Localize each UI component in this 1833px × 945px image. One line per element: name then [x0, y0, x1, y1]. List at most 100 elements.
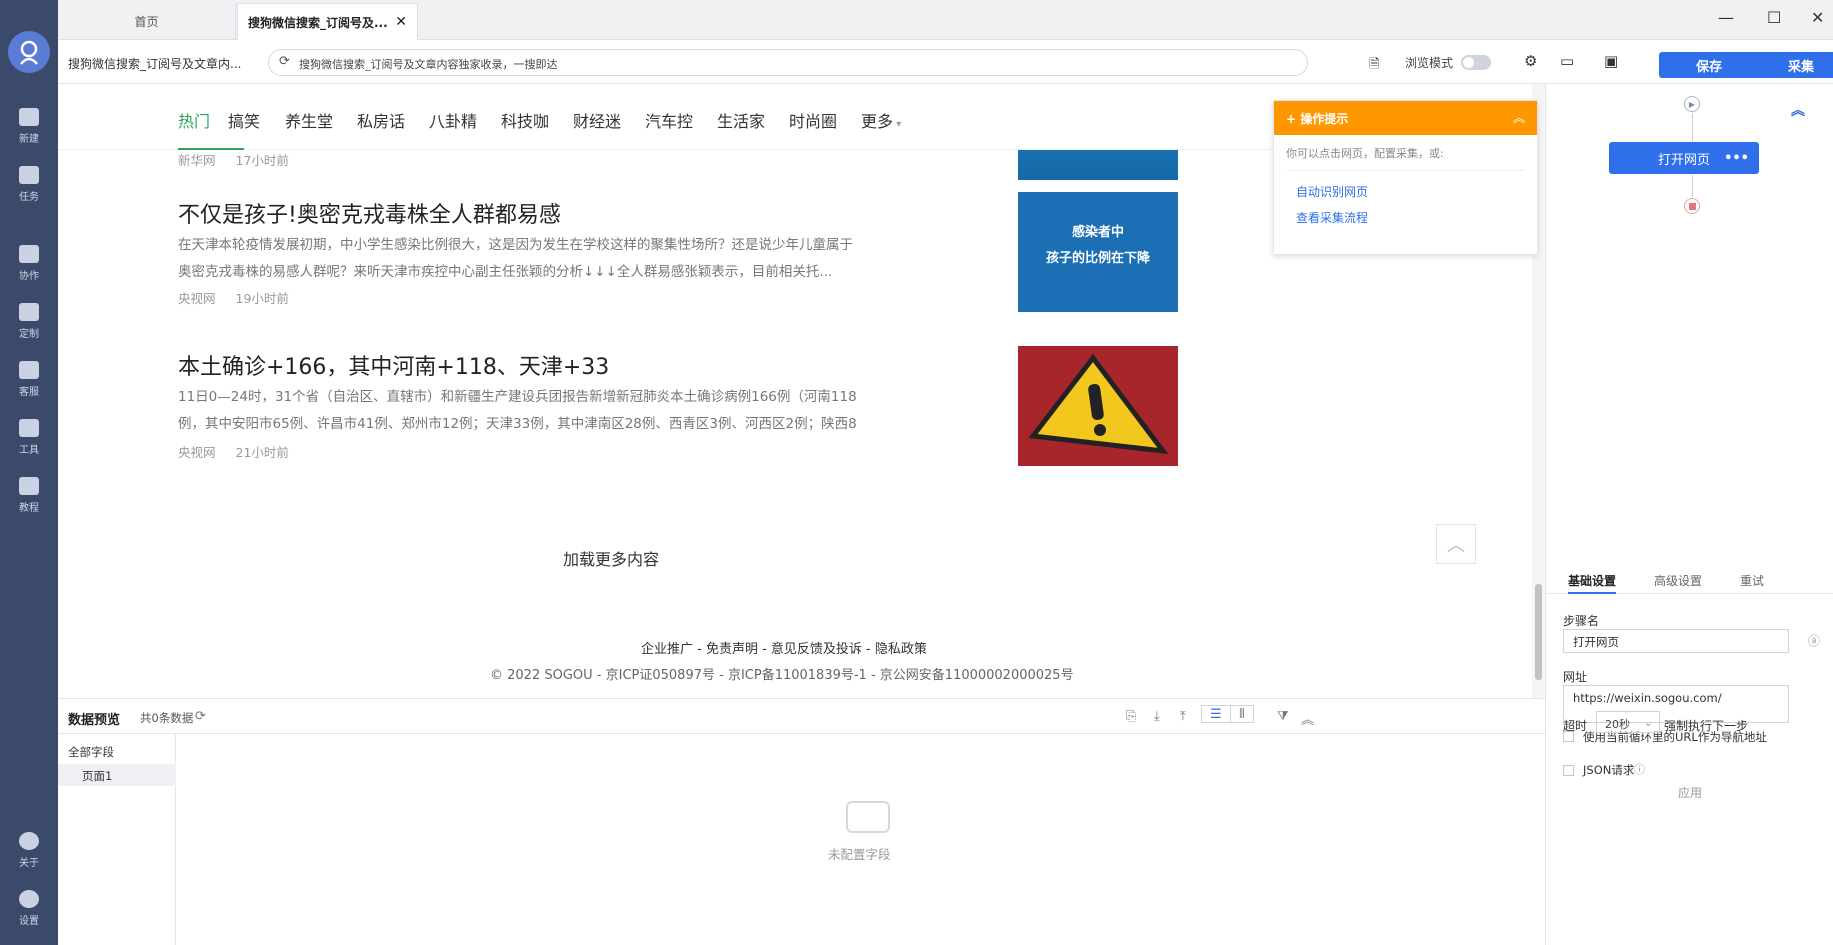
settings-gear-icon[interactable]: ⚙	[1524, 52, 1537, 70]
close-tab-icon[interactable]: ✕	[395, 14, 407, 30]
footer-copyright: © 2022 SOGOU - 京ICP证050897号 - 京ICP备11001…	[490, 668, 1074, 683]
upload-icon[interactable]: ⤒	[1180, 709, 1186, 724]
edit-icon[interactable]: ⓐ	[1808, 632, 1820, 649]
operation-hint-panel: + 操作提示 ︽ 你可以点击网页，配置采集，或: 自动识别网页 查看采集流程	[1273, 100, 1538, 255]
force-next-label: 强制执行下一步	[1664, 719, 1749, 733]
timeout-select[interactable]: 20秒 ⌄	[1596, 711, 1660, 733]
timeout-label: 超时	[1563, 719, 1588, 733]
rail-tutorial[interactable]: 教程	[0, 477, 58, 514]
rail-new[interactable]: 新建	[0, 108, 58, 145]
load-more-button[interactable]: 加载更多内容	[563, 546, 659, 570]
rail-service[interactable]: 客服	[0, 361, 58, 398]
nav-finance[interactable]: 财经迷	[573, 108, 621, 132]
url-label: 网址	[1563, 670, 1588, 684]
window-close-icon[interactable]: ✕	[1811, 8, 1824, 27]
page-title: 搜狗微信搜索_订阅号及文章内...	[68, 57, 242, 71]
save-button[interactable]: 保存	[1659, 52, 1759, 78]
nav-health[interactable]: 养生堂	[285, 108, 333, 132]
export-icon[interactable]: ⎘	[1126, 709, 1136, 724]
back-to-top-icon[interactable]: ︿	[1436, 524, 1476, 564]
article-title[interactable]: 不仅是孩子!奥密克戎毒株全人群都易感	[178, 197, 561, 229]
warning-thumbnail[interactable]	[1018, 346, 1178, 466]
card-icon[interactable]: ▭	[1560, 52, 1574, 70]
chevron-down-icon: ⌄	[1643, 716, 1653, 729]
empty-inbox-icon	[846, 801, 890, 833]
minimize-icon[interactable]: —	[1718, 8, 1734, 27]
info-icon	[19, 832, 39, 850]
url-text: 搜狗微信搜索_订阅号及文章内容独家收录，一搜即达	[299, 58, 558, 71]
data-preview-pane: 数据预览 共0条数据 ⟳ ⎘ ⤓ ⤒ ☰ ⦀ ⧩ ︽ 全部字段 页面1 未配置字…	[58, 698, 1545, 945]
address-bar[interactable]: ⟳ 搜狗微信搜索_订阅号及文章内容独家收录，一搜即达 🗎	[268, 49, 1379, 76]
page-1-item[interactable]: 页面1	[58, 764, 176, 786]
view-flow-link[interactable]: 查看采集流程	[1296, 209, 1525, 226]
auto-detect-link[interactable]: 自动识别网页	[1296, 183, 1525, 200]
app-logo-icon[interactable]	[8, 31, 50, 73]
rail-tasks[interactable]: 任务	[0, 166, 58, 203]
nav-tech[interactable]: 科技咖	[501, 108, 549, 132]
collapse-icon[interactable]: ︽	[1513, 109, 1525, 126]
json-request-checkbox[interactable]	[1563, 765, 1574, 776]
article-meta: 央视网 19小时前	[178, 291, 289, 306]
step-name-input[interactable]: 打开网页	[1563, 629, 1789, 653]
address-row: 搜狗微信搜索_订阅号及文章内... ⟳ 搜狗微信搜索_订阅号及文章内容独家收录，…	[58, 40, 1833, 84]
nav-funny[interactable]: 搞笑	[228, 108, 260, 132]
fields-sidebar: 全部字段 页面1	[58, 734, 176, 945]
nav-hot[interactable]: 热门	[178, 108, 210, 132]
all-fields-item[interactable]: 全部字段	[68, 744, 114, 760]
hint-header[interactable]: + 操作提示 ︽	[1274, 101, 1537, 135]
more-icon[interactable]: •••	[1724, 151, 1749, 166]
nav-life[interactable]: 生活家	[717, 108, 765, 132]
nav-gossip[interactable]: 八卦精	[429, 108, 477, 132]
headset-icon	[19, 361, 39, 379]
empty-state-text: 未配置字段	[828, 847, 891, 862]
collapse-up-icon[interactable]: ︽	[1301, 709, 1314, 728]
browse-mode-toggle[interactable]	[1461, 55, 1491, 70]
active-tab-indicator	[1568, 592, 1616, 594]
tab-retry[interactable]: 重试	[1740, 572, 1764, 589]
article-thumbnail[interactable]: 感染者中 孩子的比例在下降	[1018, 192, 1178, 312]
scrollbar-thumb[interactable]	[1535, 584, 1542, 680]
flow-end-icon[interactable]	[1684, 198, 1700, 214]
window-layout-icon[interactable]: ▣	[1604, 52, 1618, 70]
active-tab-indicator	[178, 148, 244, 150]
rail-collab[interactable]: 协作	[0, 245, 58, 282]
refresh-icon[interactable]: ⟳	[195, 709, 206, 724]
maximize-icon[interactable]: ☐	[1767, 8, 1781, 27]
preview-count: 共0条数据	[140, 711, 194, 725]
tab-active[interactable]: 搜狗微信搜索_订阅号及... ✕	[237, 3, 418, 40]
tab-advanced-settings[interactable]: 高级设置	[1654, 572, 1702, 589]
nav-fashion[interactable]: 时尚圈	[789, 108, 837, 132]
rail-about[interactable]: 关于	[0, 832, 58, 869]
rail-settings[interactable]: 设置	[0, 890, 58, 927]
list-view-icon[interactable]: ☰	[1201, 705, 1231, 723]
article-meta: 新华网 17小时前	[178, 153, 289, 168]
filter-icon[interactable]: ⧩	[1277, 709, 1289, 724]
apply-button[interactable]: 应用	[1546, 784, 1833, 801]
article-title[interactable]: 本土确诊+166，其中河南+118、天津+33	[178, 349, 609, 381]
tab-home[interactable]: 首页	[58, 3, 236, 40]
tab-basic-settings[interactable]: 基础设置	[1568, 572, 1616, 589]
heart-icon	[19, 303, 39, 321]
tab-bar: 首页 搜狗微信搜索_订阅号及... ✕ — ☐ ✕	[58, 0, 1833, 40]
collapse-up-icon[interactable]: ︽	[1791, 100, 1805, 120]
article-desc: 在天津本轮疫情发展初期，中小学生感染比例很大，这是因为发生在学校这样的聚集性场所…	[178, 237, 853, 280]
flow-start-icon[interactable]: ▶	[1684, 96, 1700, 112]
nav-more[interactable]: 更多 ▾	[861, 108, 901, 132]
rail-tools[interactable]: 工具	[0, 419, 58, 456]
collect-button[interactable]: 采集	[1751, 52, 1833, 78]
hint-text: 你可以点击网页，配置采集，或:	[1286, 147, 1444, 160]
download-icon[interactable]: ⤓	[1154, 709, 1160, 724]
flow-node-open-page[interactable]: 打开网页 •••	[1609, 142, 1759, 174]
document-icon[interactable]: 🗎	[1369, 55, 1379, 77]
rail-custom[interactable]: 定制	[0, 303, 58, 340]
preview-title: 数据预览	[68, 713, 121, 728]
right-panel: ︽ ▶ 打开网页 ••• 基础设置 高级设置 重试 步骤名 打开网页 ⓐ 网址 h…	[1545, 84, 1833, 945]
nav-private[interactable]: 私房话	[357, 108, 405, 132]
settings-tabs: 基础设置 高级设置 重试	[1546, 564, 1833, 594]
footer-links[interactable]: 企业推广 - 免责声明 - 意见反馈及投诉 - 隐私政策	[641, 638, 927, 657]
column-view-icon[interactable]: ⦀	[1230, 705, 1254, 723]
browse-mode-label: 浏览模式	[1405, 56, 1454, 70]
reload-icon[interactable]: ⟳	[279, 54, 290, 69]
help-icon[interactable]: ⓘ	[1634, 761, 1645, 777]
nav-auto[interactable]: 汽车控	[645, 108, 693, 132]
